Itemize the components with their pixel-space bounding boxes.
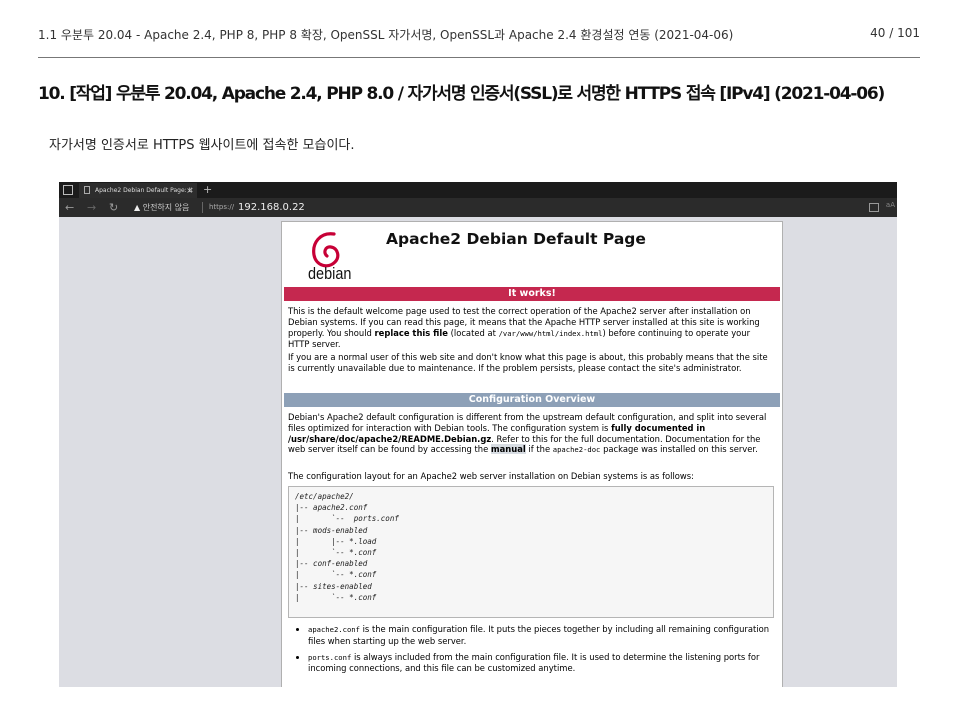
list-item: ports.conf is always included from the m…	[308, 652, 774, 675]
file-description: is the main configuration file. It puts …	[308, 624, 770, 646]
back-icon[interactable]: ←	[65, 200, 74, 215]
layout-intro: The configuration layout for an Apache2 …	[288, 471, 694, 481]
it-works-banner: It works!	[284, 287, 780, 301]
file-description: is always included from the main configu…	[308, 651, 760, 674]
browser-screenshot: Apache2 Debian Default Page: It × + ← → …	[59, 182, 897, 687]
close-icon[interactable]: ×	[186, 183, 193, 198]
config-file-list: apache2.conf is the main configuration f…	[288, 624, 774, 679]
normal-user-text: If you are a normal user of this web sit…	[288, 352, 768, 373]
config-tree: /etc/apache2/ |-- apache2.conf | `-- por…	[295, 492, 399, 602]
manual-link[interactable]: manual	[490, 444, 526, 455]
config-text-part: package was installed on this server.	[603, 444, 758, 455]
section-title: 10. [작업] 우분투 20.04, Apache 2.4, PHP 8.0 …	[38, 84, 885, 104]
refresh-icon[interactable]: ↻	[109, 200, 118, 215]
doc-header: 1.1 우분투 20.04 - Apache 2.4, PHP 8, PHP 8…	[38, 26, 920, 46]
config-overview-banner: Configuration Overview	[284, 393, 780, 407]
list-item: apache2.conf is the main configuration f…	[308, 624, 774, 647]
security-warning[interactable]: ▲ 안전하지 않음	[134, 201, 189, 214]
url-protocol: https://	[209, 203, 235, 211]
apache-default-page: debian Apache2 Debian Default Page It wo…	[281, 221, 783, 687]
file-name: ports.conf	[308, 652, 352, 662]
address-separator	[202, 202, 203, 213]
new-tab-button[interactable]: +	[203, 182, 212, 197]
forward-icon[interactable]: →	[87, 200, 96, 215]
welcome-text-part: (located at	[450, 327, 496, 338]
url-host[interactable]: 192.168.0.22	[238, 200, 305, 215]
warning-icon: ▲	[134, 203, 141, 212]
browser-tab-bar: Apache2 Debian Default Page: It × +	[59, 182, 897, 198]
security-warning-label: 안전하지 않음	[142, 203, 190, 212]
address-bar: ← → ↻ ▲ 안전하지 않음 https:// 192.168.0.22 aA	[59, 198, 897, 217]
browser-tab[interactable]: Apache2 Debian Default Page: It ×	[79, 183, 197, 198]
apache2-doc-code: apache2-doc	[552, 445, 601, 455]
doc-header-title: 1.1 우분투 20.04 - Apache 2.4, PHP 8, PHP 8…	[38, 28, 734, 42]
page-number: 40 / 101	[870, 26, 920, 40]
file-name: apache2.conf	[308, 625, 360, 634]
read-aloud-icon[interactable]: aA	[886, 201, 895, 209]
page-icon	[84, 186, 90, 194]
welcome-path: /var/www/html/index.html	[498, 328, 603, 338]
debian-logo-text: debian	[308, 264, 352, 283]
tab-title: Apache2 Debian Default Page: It	[95, 187, 193, 194]
welcome-bold: replace this file	[374, 327, 448, 338]
window-icon	[63, 185, 73, 195]
apache-page-title: Apache2 Debian Default Page	[386, 230, 646, 248]
reader-icon[interactable]	[869, 203, 879, 212]
header-divider	[38, 57, 920, 58]
config-text-part: if the	[528, 444, 551, 455]
config-text: Debian's Apache2 default configuration i…	[288, 412, 774, 456]
welcome-text: This is the default welcome page used to…	[288, 306, 774, 350]
config-tree-box: /etc/apache2/ |-- apache2.conf | `-- por…	[288, 486, 774, 618]
paragraph: 자가서명 인증서로 HTTPS 웹사이트에 접속한 모습이다.	[49, 138, 355, 153]
